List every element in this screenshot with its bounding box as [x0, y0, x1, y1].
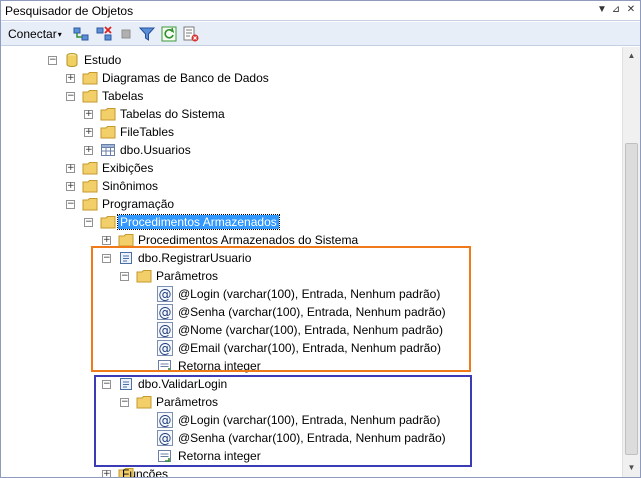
highlight-box-registrar-usuario: [91, 246, 471, 372]
filter-icon[interactable]: [139, 26, 155, 42]
connect-label: Conectar: [8, 27, 57, 41]
toolbar: Conectar▾: [1, 22, 640, 46]
folder-icon: [100, 126, 116, 139]
object-explorer-window: Pesquisador de Objetos ▼ ⊿ ✕ Conectar▾ −…: [0, 0, 641, 478]
node-label: Procedimentos Armazenados do Sistema: [138, 233, 359, 247]
highlight-box-validar-login: [94, 375, 472, 467]
title-bar: Pesquisador de Objetos ▼ ⊿ ✕: [1, 1, 640, 21]
expand-toggle[interactable]: +: [84, 110, 93, 119]
folder-open-icon: [82, 198, 98, 211]
collapse-toggle[interactable]: −: [66, 92, 75, 101]
collapse-toggle[interactable]: −: [66, 200, 75, 209]
folder-icon: [82, 162, 98, 175]
connect-button[interactable]: Conectar▾: [8, 27, 62, 41]
node-label: Tabelas: [102, 89, 144, 103]
scrollbar-thumb[interactable]: [625, 143, 638, 455]
node-label: FileTables: [120, 125, 175, 139]
folder-open-icon: [100, 216, 116, 229]
expand-toggle[interactable]: +: [66, 182, 75, 191]
pin-dropdown-icon[interactable]: ▼: [595, 3, 609, 17]
stop-icon[interactable]: [118, 26, 134, 42]
table-icon: [101, 144, 115, 156]
node-label: Tabelas do Sistema: [120, 107, 225, 121]
collapse-toggle[interactable]: −: [84, 218, 93, 227]
expand-toggle[interactable]: +: [102, 470, 111, 477]
disconnect-icon[interactable]: [96, 26, 112, 42]
folder-open-icon: [82, 90, 98, 103]
database-icon: [66, 53, 78, 67]
expand-toggle[interactable]: +: [84, 146, 93, 155]
expand-toggle[interactable]: +: [66, 74, 75, 83]
close-icon[interactable]: ✕: [624, 3, 638, 17]
vertical-scrollbar[interactable]: ▲ ▼: [622, 47, 640, 477]
scroll-up-icon[interactable]: ▲: [623, 47, 640, 64]
node-label: Funções: [122, 467, 169, 477]
expand-toggle[interactable]: +: [102, 236, 111, 245]
disconnect-all-icon[interactable]: [183, 26, 199, 42]
scroll-down-icon[interactable]: ▼: [623, 459, 640, 476]
node-label: dbo.Usuarios: [120, 143, 191, 157]
collapse-toggle[interactable]: −: [48, 56, 57, 65]
expand-toggle[interactable]: +: [84, 128, 93, 137]
refresh-icon[interactable]: [161, 26, 177, 42]
expand-toggle[interactable]: +: [66, 164, 75, 173]
connect-icon[interactable]: [73, 26, 89, 42]
folder-icon: [82, 72, 98, 85]
auto-hide-icon[interactable]: ⊿: [609, 3, 623, 17]
node-label-selected: Procedimentos Armazenados: [117, 214, 280, 230]
connect-dropdown-icon[interactable]: ▾: [58, 30, 62, 39]
node-label: Sinônimos: [102, 179, 159, 193]
folder-icon: [82, 180, 98, 193]
node-label: Diagramas de Banco de Dados: [102, 71, 269, 85]
node-label: Estudo: [84, 53, 122, 67]
node-label: Exibições: [102, 161, 154, 175]
node-label: Programação: [102, 197, 175, 211]
folder-icon: [100, 108, 116, 121]
window-title: Pesquisador de Objetos: [5, 4, 134, 18]
